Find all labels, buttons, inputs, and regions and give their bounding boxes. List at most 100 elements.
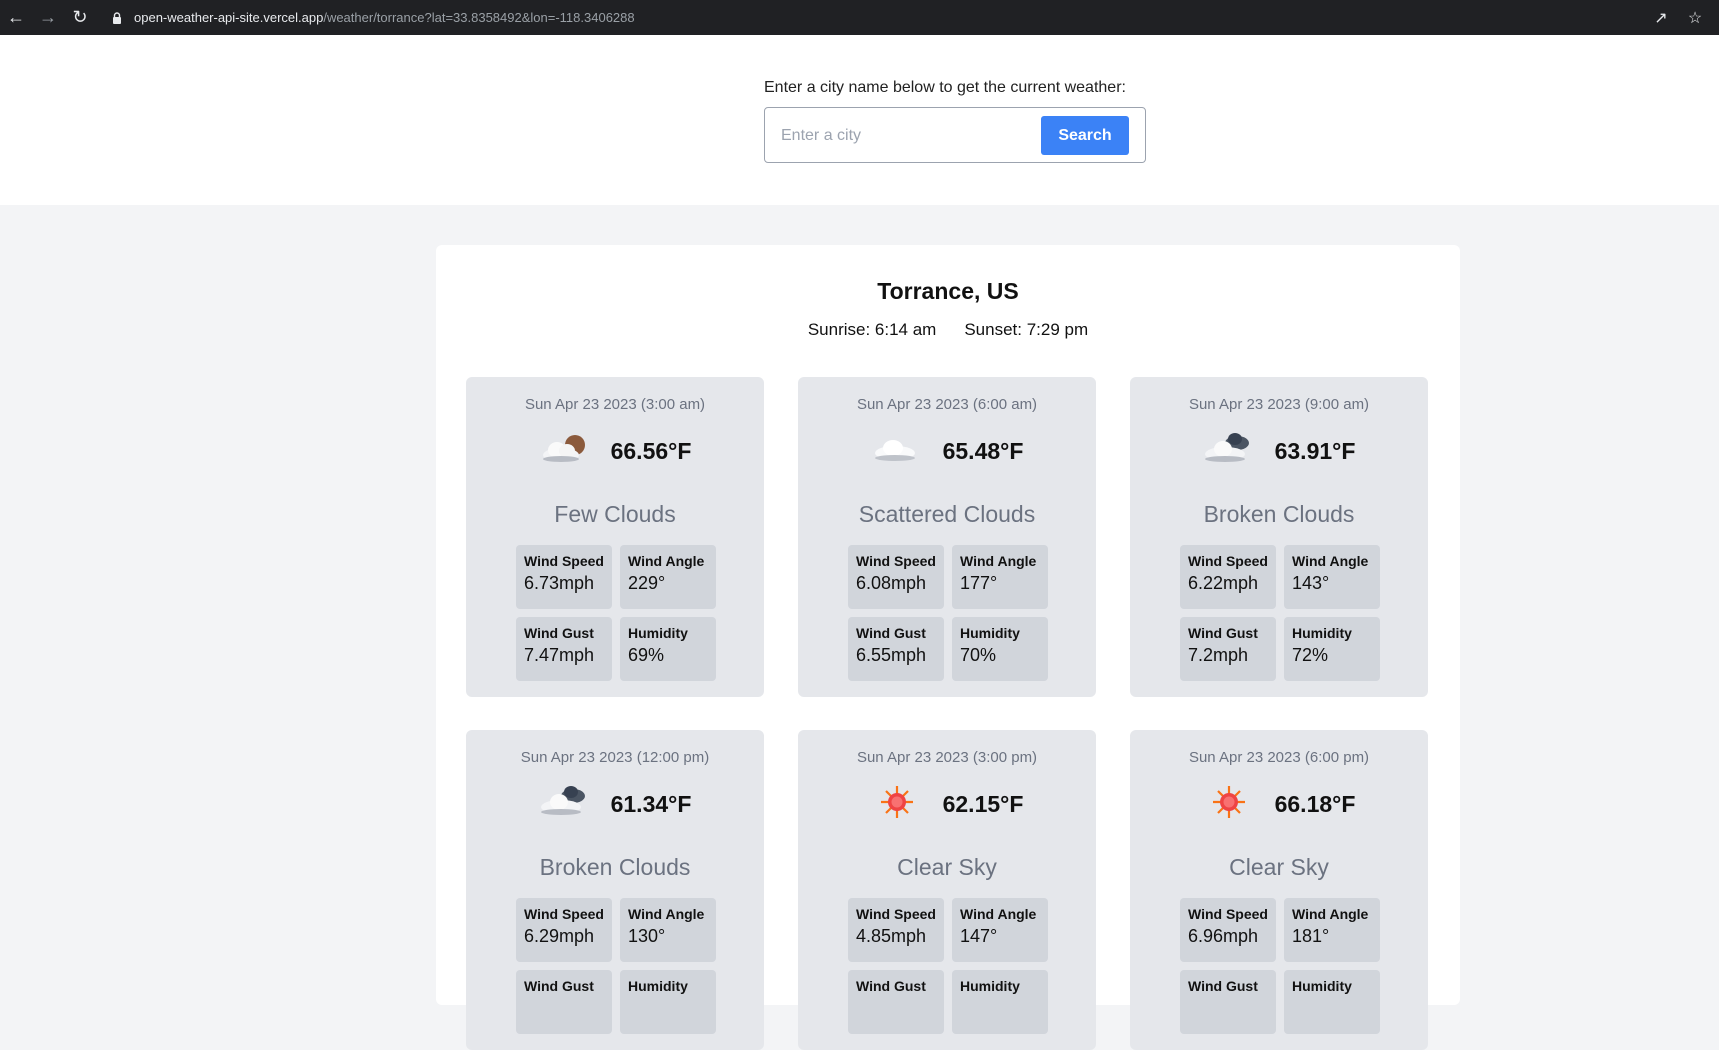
broken-clouds-icon bbox=[539, 782, 591, 827]
address-bar[interactable]: open-weather-api-site.vercel.app/weather… bbox=[104, 3, 1643, 32]
stat-value: 229° bbox=[628, 573, 666, 593]
forecast-date: Sun Apr 23 2023 (6:00 am) bbox=[856, 396, 1038, 413]
url-host: open-weather-api-site.vercel.app bbox=[134, 10, 324, 25]
stat-value: 6.73mph bbox=[524, 573, 595, 593]
search-section: Enter a city name below to get the curre… bbox=[0, 35, 1719, 205]
forecast-date: Sun Apr 23 2023 (6:00 pm) bbox=[1188, 749, 1370, 766]
stat-value: 69% bbox=[628, 645, 665, 665]
weather-panel: Torrance, US Sunrise: 6:14 am Sunset: 7:2… bbox=[436, 245, 1460, 1050]
stat-value: 6.22mph bbox=[1188, 573, 1259, 593]
stat-value: 7.47mph bbox=[524, 645, 595, 665]
sun-times: Sunrise: 6:14 am Sunset: 7:29 pm bbox=[436, 320, 1460, 340]
wind-speed-stat: Wind Speed 6.29mph bbox=[516, 898, 612, 962]
forecast-card: Sun Apr 23 2023 (6:00 am) 65.48°F Scattere… bbox=[798, 377, 1096, 697]
humidity-stat: Humidity bbox=[952, 970, 1048, 1034]
wind-speed-stat: Wind Speed 4.85mph bbox=[848, 898, 944, 962]
search-label: Enter a city name below to get the curre… bbox=[764, 79, 1126, 96]
stat-value: 6.29mph bbox=[524, 926, 595, 946]
forecast-card: Sun Apr 23 2023 (3:00 am) 66.56°F Few Clou… bbox=[466, 377, 764, 697]
stat-value: 147° bbox=[960, 926, 998, 946]
stat-label: Wind Angle bbox=[628, 553, 705, 569]
forecast-description: Few Clouds bbox=[554, 501, 676, 527]
wind-gust-stat: Wind Gust bbox=[1180, 970, 1276, 1034]
sunrise-text: Sunrise: 6:14 am bbox=[807, 320, 937, 339]
stat-value: 181° bbox=[1292, 926, 1330, 946]
forecast-date: Sun Apr 23 2023 (12:00 pm) bbox=[520, 749, 710, 766]
forecast-temp: 66.18°F bbox=[1274, 790, 1356, 817]
humidity-stat: Humidity 72% bbox=[1284, 617, 1380, 681]
wind-angle-stat: Wind Angle 229° bbox=[620, 545, 716, 609]
stat-value: 72% bbox=[1292, 645, 1329, 665]
temp-row: 61.34°F bbox=[466, 782, 764, 826]
wind-angle-stat: Wind Angle 147° bbox=[952, 898, 1048, 962]
stat-value: 6.96mph bbox=[1188, 926, 1259, 946]
stat-label: Wind Gust bbox=[1188, 625, 1258, 641]
wind-speed-stat: Wind Speed 6.96mph bbox=[1180, 898, 1276, 962]
forecast-temp: 65.48°F bbox=[942, 437, 1024, 464]
forecast-temp: 61.34°F bbox=[610, 790, 692, 817]
wind-gust-stat: Wind Gust bbox=[516, 970, 612, 1034]
wind-speed-stat: Wind Speed 6.08mph bbox=[848, 545, 944, 609]
forecast-card: Sun Apr 23 2023 (12:00 pm) 61.34°F Broken … bbox=[466, 730, 764, 1050]
forecast-description: Broken Clouds bbox=[539, 854, 691, 880]
stat-label: Wind Angle bbox=[1292, 553, 1369, 569]
humidity-stat: Humidity bbox=[1284, 970, 1380, 1034]
stat-value: 70% bbox=[960, 645, 997, 665]
forecast-description: Clear Sky bbox=[1229, 854, 1329, 880]
clear-sky-sun-icon bbox=[1203, 782, 1255, 827]
forecast-temp: 63.91°F bbox=[1274, 437, 1356, 464]
bookmark-star-icon[interactable]: ☆ bbox=[1685, 0, 1705, 35]
share-icon[interactable]: ↗ bbox=[1651, 0, 1671, 35]
forward-icon[interactable]: → bbox=[32, 0, 64, 35]
wind-angle-stat: Wind Angle 177° bbox=[952, 545, 1048, 609]
browser-toolbar: ← → ↻ open-weather-api-site.vercel.app/w… bbox=[0, 0, 1719, 35]
search-box: Search bbox=[764, 107, 1146, 163]
search-button[interactable]: Search bbox=[1041, 116, 1129, 155]
wind-speed-stat: Wind Speed 6.22mph bbox=[1180, 545, 1276, 609]
humidity-stat: Humidity bbox=[620, 970, 716, 1034]
stat-label: Humidity bbox=[628, 625, 688, 641]
forecast-description: Broken Clouds bbox=[1203, 501, 1355, 527]
forecast-description: Clear Sky bbox=[897, 854, 997, 880]
broken-clouds-icon bbox=[1203, 429, 1255, 474]
wind-gust-stat: Wind Gust bbox=[848, 970, 944, 1034]
stat-label: Wind Angle bbox=[960, 906, 1037, 922]
forecast-date: Sun Apr 23 2023 (3:00 am) bbox=[524, 396, 706, 413]
stat-label: Wind Angle bbox=[628, 906, 705, 922]
forecast-temp: 62.15°F bbox=[942, 790, 1024, 817]
city-search-input[interactable] bbox=[779, 118, 1033, 154]
wind-angle-stat: Wind Angle 143° bbox=[1284, 545, 1380, 609]
stat-label: Wind Speed bbox=[1188, 553, 1268, 569]
wind-angle-stat: Wind Angle 130° bbox=[620, 898, 716, 962]
forecast-date: Sun Apr 23 2023 (3:00 pm) bbox=[856, 749, 1038, 766]
reload-icon[interactable]: ↻ bbox=[64, 0, 96, 35]
clear-sky-sun-icon bbox=[871, 782, 923, 827]
stat-label: Wind Speed bbox=[856, 906, 936, 922]
url-path: /weather/torrance?lat=33.8358492&lon=-11… bbox=[323, 10, 635, 25]
temp-row: 62.15°F bbox=[798, 782, 1096, 826]
wind-gust-stat: Wind Gust 7.2mph bbox=[1180, 617, 1276, 681]
stat-label: Wind Angle bbox=[1292, 906, 1369, 922]
stat-value: 4.85mph bbox=[856, 926, 927, 946]
wind-gust-stat: Wind Gust 6.55mph bbox=[848, 617, 944, 681]
stat-label: Humidity bbox=[1292, 625, 1352, 641]
forecast-card: Sun Apr 23 2023 (3:00 pm) 62.15°F Clear Sk… bbox=[798, 730, 1096, 1050]
wind-angle-stat: Wind Angle 181° bbox=[1284, 898, 1380, 962]
stat-label: Humidity bbox=[960, 625, 1020, 641]
wind-gust-stat: Wind Gust 7.47mph bbox=[516, 617, 612, 681]
humidity-stat: Humidity 70% bbox=[952, 617, 1048, 681]
lock-icon bbox=[113, 11, 121, 24]
back-icon[interactable]: ← bbox=[0, 0, 32, 35]
stat-value: 177° bbox=[960, 573, 998, 593]
stat-label: Wind Speed bbox=[1188, 906, 1268, 922]
forecast-card: Sun Apr 23 2023 (6:00 pm) 66.18°F Clear Sk… bbox=[1130, 730, 1428, 1050]
stat-value: 6.55mph bbox=[856, 645, 927, 665]
stat-value: 130° bbox=[628, 926, 666, 946]
scattered-clouds-icon bbox=[871, 429, 923, 474]
stat-value: 143° bbox=[1292, 573, 1330, 593]
city-title: Torrance, US bbox=[877, 278, 1019, 304]
stat-value: 7.2mph bbox=[1188, 645, 1249, 665]
humidity-stat: Humidity 69% bbox=[620, 617, 716, 681]
stat-label: Wind Speed bbox=[524, 906, 604, 922]
stat-label: Wind Angle bbox=[960, 553, 1037, 569]
